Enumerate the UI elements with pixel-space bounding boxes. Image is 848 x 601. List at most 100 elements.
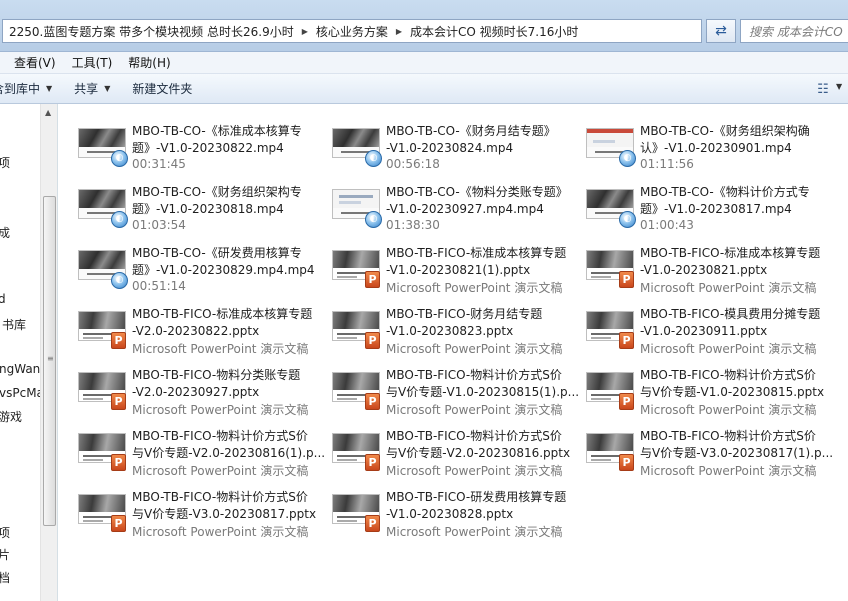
file-name-line-2: 题》-V1.0-20230829.mp4.mp4 xyxy=(132,263,315,277)
powerpoint-icon: P xyxy=(365,454,380,471)
nav-item[interactable]: 书库 xyxy=(2,316,26,333)
file-item[interactable]: P MBO-TB-FICO-物料计价方式S价 与V价专题-V3.0-20230817… xyxy=(78,478,328,539)
view-options-button[interactable]: ☷ xyxy=(812,80,834,98)
file-item[interactable]: P MBO-TB-FICO-研发费用核算专题 -V1.0-20230828.pptx… xyxy=(332,478,582,539)
chevron-right-icon[interactable]: ▶ xyxy=(396,27,402,36)
file-name-line-2: 题》-V1.0-20230817.mp4 xyxy=(640,202,792,216)
chevron-down-icon[interactable]: ▼ xyxy=(836,82,842,91)
file-item[interactable]: P MBO-TB-FICO-财务月结专题 -V1.0-20230823.pptx Mi… xyxy=(332,295,582,356)
nav-item[interactable]: vsPcMa xyxy=(0,386,40,400)
file-item[interactable]: P MBO-TB-FICO-标准成本核算专题 -V1.0-20230821.pptx… xyxy=(586,234,836,295)
breadcrumb-root[interactable]: 2250.蓝图专题方案 带多个模块视频 总时长26.9小时 xyxy=(9,23,294,40)
nav-item[interactable]: ngWan xyxy=(0,362,40,376)
menu-bar: 查看(V) 工具(T) 帮助(H) xyxy=(0,52,848,74)
file-item[interactable]: P MBO-TB-FICO-物料计价方式S价 与V价专题-V1.0-20230815… xyxy=(586,356,836,417)
nav-item[interactable]: 项 xyxy=(0,154,10,171)
search-placeholder: 搜索 成本会计CO xyxy=(749,24,843,39)
share-button[interactable]: 共享 ▼ xyxy=(74,80,110,97)
file-item[interactable]: ◐ MBO-TB-CO-《研发费用核算专 题》-V1.0-20230829.mp4.… xyxy=(78,234,328,293)
refresh-button[interactable]: ⇄ xyxy=(706,19,736,43)
powerpoint-icon: P xyxy=(111,515,126,532)
menu-view[interactable]: 查看(V) xyxy=(14,54,56,71)
nav-item[interactable]: 档 xyxy=(0,569,10,586)
chevron-right-icon[interactable]: ▶ xyxy=(302,27,308,36)
file-name-line-1: MBO-TB-FICO-物料计价方式S价 xyxy=(640,368,816,382)
include-in-library-button[interactable]: 含到库中 ▼ xyxy=(0,80,52,97)
file-name: MBO-TB-FICO-物料分类账专题 -V2.0-20230927.pptx xyxy=(132,367,328,401)
scrollbar-thumb[interactable]: ≡ xyxy=(43,196,56,526)
file-name-line-1: MBO-TB-FICO-物料计价方式S价 xyxy=(132,490,308,504)
file-name-line-1: MBO-TB-FICO-物料计价方式S价 xyxy=(132,429,308,443)
file-name-line-2: -V2.0-20230822.pptx xyxy=(132,324,260,338)
file-item[interactable]: ◐ MBO-TB-CO-《物料分类账专题》 -V1.0-20230927.mp4.m… xyxy=(332,173,582,232)
breadcrumb-current[interactable]: 成本会计CO 视频时长7.16小时 xyxy=(410,23,578,40)
share-label: 共享 xyxy=(74,82,99,96)
powerpoint-icon: P xyxy=(619,454,634,471)
file-item[interactable]: ◐ MBO-TB-CO-《物料计价方式专 题》-V1.0-20230817.mp4 0… xyxy=(586,173,836,232)
file-name-line-2: -V1.0-20230824.mp4 xyxy=(386,141,514,155)
file-item[interactable]: P MBO-TB-FICO-标准成本核算专题 -V2.0-20230822.pptx… xyxy=(78,295,328,356)
file-item[interactable]: ◐ MBO-TB-CO-《财务月结专题》 -V1.0-20230824.mp4 00:… xyxy=(332,112,582,171)
file-item[interactable]: P MBO-TB-FICO-模具费用分摊专题 -V1.0-20230911.pptx… xyxy=(586,295,836,356)
file-name-line-1: MBO-TB-FICO-物料计价方式S价 xyxy=(386,429,562,443)
powerpoint-icon: P xyxy=(365,515,380,532)
file-name-line-1: MBO-TB-FICO-标准成本核算专题 xyxy=(132,307,313,321)
file-name: MBO-TB-CO-《物料分类账专题》 -V1.0-20230927.mp4.mp… xyxy=(386,184,582,218)
file-duration: 01:38:30 xyxy=(386,218,440,232)
nav-item[interactable]: d xyxy=(0,292,6,306)
file-name: MBO-TB-FICO-标准成本核算专题 -V1.0-20230821(1).pp… xyxy=(386,245,582,279)
address-bar[interactable]: 2250.蓝图专题方案 带多个模块视频 总时长26.9小时 ▶ 核心业务方案 ▶… xyxy=(2,19,702,43)
scroll-up-icon[interactable]: ▲ xyxy=(45,108,51,117)
file-item[interactable]: P MBO-TB-FICO-物料分类账专题 -V2.0-20230927.pptx M… xyxy=(78,356,328,417)
address-bar-row: 2250.蓝图专题方案 带多个模块视频 总时长26.9小时 ▶ 核心业务方案 ▶… xyxy=(0,0,848,52)
file-item[interactable]: P MBO-TB-FICO-物料计价方式S价 与V价专题-V2.0-20230816… xyxy=(332,417,582,478)
nav-item[interactable]: 成 xyxy=(0,224,10,241)
file-type: Microsoft PowerPoint 演示文稿 xyxy=(386,403,563,417)
file-duration: 00:31:45 xyxy=(132,157,186,171)
file-name-line-2: -V1.0-20230821(1).pptx xyxy=(386,263,531,277)
file-name: MBO-TB-FICO-模具费用分摊专题 -V1.0-20230911.pptx xyxy=(640,306,836,340)
file-name-line-1: MBO-TB-CO-《财务组织架构确 xyxy=(640,124,810,138)
file-item[interactable]: P MBO-TB-FICO-物料计价方式S价 与V价专题-V2.0-20230816… xyxy=(78,417,328,478)
file-name-line-2: -V1.0-20230911.pptx xyxy=(640,324,768,338)
file-item[interactable]: ◐ MBO-TB-CO-《财务组织架构确 认》-V1.0-20230901.mp4 0… xyxy=(586,112,836,171)
powerpoint-icon: P xyxy=(619,271,634,288)
file-item[interactable]: P MBO-TB-FICO-物料计价方式S价 与V价专题-V3.0-20230817… xyxy=(586,417,836,478)
powerpoint-icon: P xyxy=(365,271,380,288)
file-name-line-2: 题》-V1.0-20230818.mp4 xyxy=(132,202,284,216)
file-name: MBO-TB-FICO-研发费用核算专题 -V1.0-20230828.pptx xyxy=(386,489,582,523)
file-item[interactable]: P MBO-TB-FICO-标准成本核算专题 -V1.0-20230821(1).p… xyxy=(332,234,582,295)
file-name-line-1: MBO-TB-FICO-研发费用核算专题 xyxy=(386,490,567,504)
file-name: MBO-TB-FICO-物料计价方式S价 与V价专题-V3.0-20230817(… xyxy=(640,428,836,462)
nav-item[interactable]: 游戏 xyxy=(0,408,22,425)
nav-scrollbar[interactable]: ▲ ≡ xyxy=(40,104,58,601)
file-name-line-1: MBO-TB-CO-《标准成本核算专 xyxy=(132,124,302,138)
file-name: MBO-TB-CO-《财务月结专题》 -V1.0-20230824.mp4 xyxy=(386,123,582,157)
file-name-line-2: 与V价专题-V1.0-20230815(1).p... xyxy=(386,385,580,399)
powerpoint-icon: P xyxy=(111,332,126,349)
file-name-line-2: 题》-V1.0-20230822.mp4 xyxy=(132,141,284,155)
file-item[interactable]: ◐ MBO-TB-CO-《财务组织架构专 题》-V1.0-20230818.mp4 0… xyxy=(78,173,328,232)
file-type: Microsoft PowerPoint 演示文稿 xyxy=(386,464,563,478)
nav-item[interactable]: 片 xyxy=(0,546,10,563)
file-name: MBO-TB-FICO-物料计价方式S价 与V价专题-V2.0-20230816(… xyxy=(132,428,328,462)
file-name-line-1: MBO-TB-FICO-模具费用分摊专题 xyxy=(640,307,821,321)
menu-help[interactable]: 帮助(H) xyxy=(128,54,170,71)
search-input[interactable]: 搜索 成本会计CO xyxy=(740,19,848,43)
video-player-icon: ◐ xyxy=(365,150,382,167)
file-name-line-1: MBO-TB-CO-《物料分类账专题》 xyxy=(386,185,568,199)
file-name: MBO-TB-CO-《财务组织架构确 认》-V1.0-20230901.mp4 xyxy=(640,123,836,157)
file-item[interactable]: P MBO-TB-FICO-物料计价方式S价 与V价专题-V1.0-20230815… xyxy=(332,356,582,417)
new-folder-button[interactable]: 新建文件夹 xyxy=(132,80,192,97)
breadcrumb-core[interactable]: 核心业务方案 xyxy=(316,23,388,40)
file-duration: 00:56:18 xyxy=(386,157,440,171)
video-player-icon: ◐ xyxy=(619,150,636,167)
file-item[interactable]: ◐ MBO-TB-CO-《标准成本核算专 题》-V1.0-20230822.mp4 0… xyxy=(78,112,328,171)
file-name-line-2: 与V价专题-V3.0-20230817.pptx xyxy=(132,507,317,521)
nav-item[interactable]: 项 xyxy=(0,524,10,541)
video-player-icon: ◐ xyxy=(365,211,382,228)
grip-icon: ≡ xyxy=(47,354,54,363)
file-duration: 01:11:56 xyxy=(640,157,694,171)
menu-tools[interactable]: 工具(T) xyxy=(72,54,113,71)
powerpoint-icon: P xyxy=(365,393,380,410)
